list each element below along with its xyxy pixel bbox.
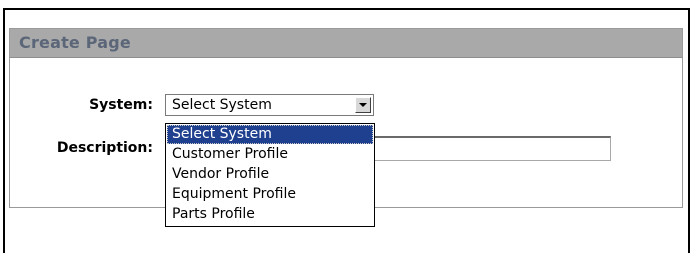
description-label: Description: (56, 140, 153, 156)
dropdown-option[interactable]: Equipment Profile (167, 185, 373, 204)
system-label: System: (89, 97, 153, 113)
panel-title: Create Page (19, 33, 131, 52)
dropdown-option[interactable]: Parts Profile (167, 205, 373, 224)
panel-header: Create Page (10, 29, 682, 58)
dropdown-option[interactable]: Vendor Profile (167, 165, 373, 184)
dropdown-option[interactable]: Select System (167, 125, 373, 144)
chevron-down-icon (359, 103, 367, 107)
dropdown-option[interactable]: Customer Profile (167, 145, 373, 164)
system-select[interactable]: Select System (165, 94, 374, 116)
system-select-value: Select System (172, 97, 272, 113)
dropdown-button[interactable] (355, 97, 371, 113)
system-dropdown-list[interactable]: Select System Customer Profile Vendor Pr… (165, 123, 375, 227)
